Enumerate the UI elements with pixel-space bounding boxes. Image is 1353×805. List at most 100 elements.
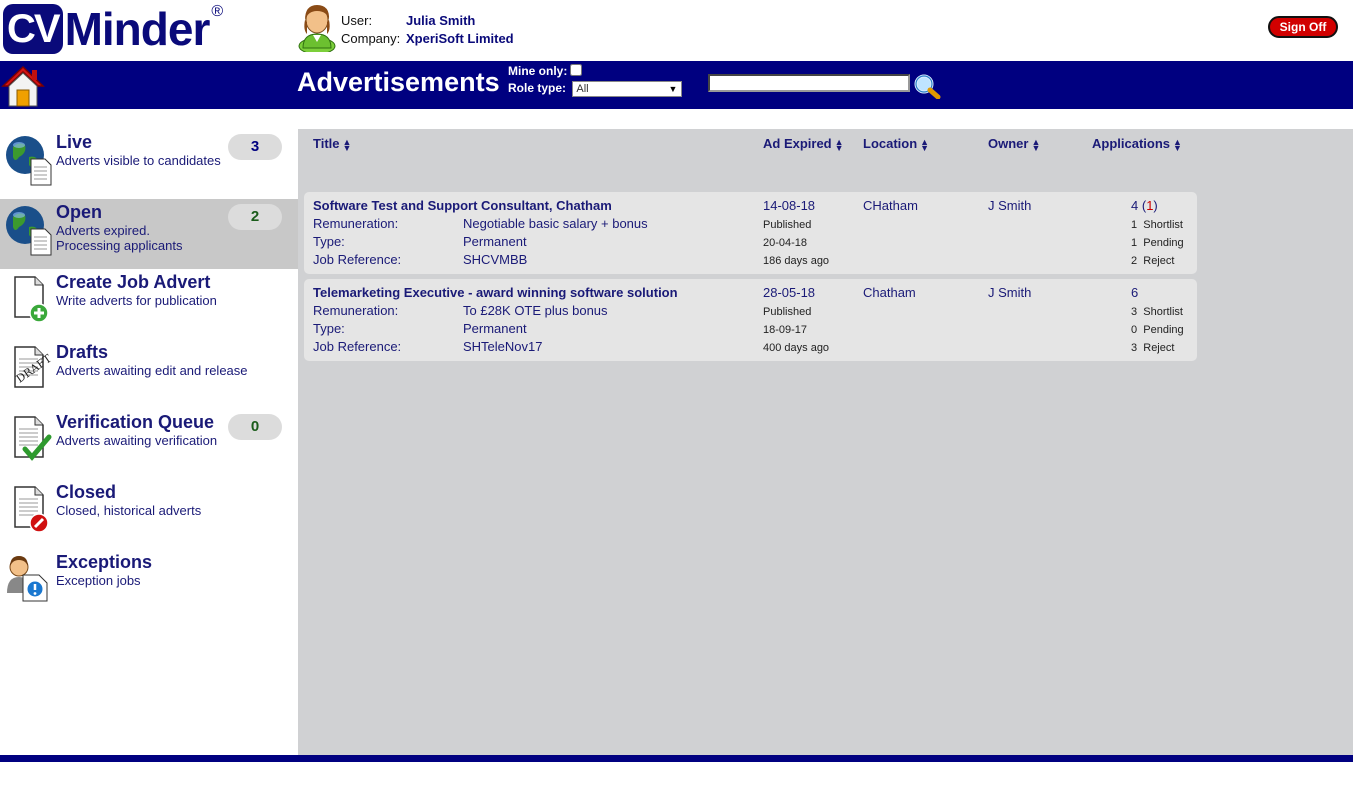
home-icon[interactable] — [0, 64, 46, 108]
sort-icon: ▲ ▼ — [1031, 136, 1041, 153]
logo-registered-mark: ® — [211, 3, 224, 20]
applications-total: 4 — [1131, 198, 1139, 213]
logo-minder: Minder — [64, 3, 211, 55]
cvminder-logo: CV Minder ® — [3, 4, 223, 54]
published-label: Published — [763, 219, 812, 231]
sidebar-item-drafts[interactable]: DRAFT Drafts Adverts awaiting edit and rel… — [0, 339, 298, 409]
job-reference-value: SHTeleNov17 — [463, 339, 543, 354]
mine-only-filter: Mine only: — [508, 64, 583, 78]
sort-icon: ▲ ▼ — [342, 136, 352, 153]
search-input[interactable] — [708, 74, 910, 92]
sidebar-item-live[interactable]: Live Adverts visible to candidates 3 — [0, 129, 298, 199]
applications-new: 1 — [1146, 198, 1154, 213]
column-header-applications[interactable]: Applications ▲ ▼ — [1092, 136, 1182, 153]
shortlist-count[interactable]: 3 Shortlist — [1131, 304, 1183, 320]
page-title: Advertisements — [297, 67, 500, 97]
logo-cv: CV — [3, 4, 63, 54]
published-date: 20-04-18 — [763, 237, 808, 249]
top-header: CV Minder ® User: Julia Smith Company: Xpe… — [0, 0, 1353, 61]
column-header-title[interactable]: Title ▲ ▼ — [313, 136, 351, 152]
owner: J Smith — [988, 285, 1032, 300]
sidebar-item-create-job-advert[interactable]: Create Job Advert Write adverts for publi… — [0, 269, 298, 339]
role-type-value: All — [576, 83, 589, 95]
location: CHatham — [863, 198, 918, 213]
sidebar-item-subtitle: Adverts awaiting edit and release — [56, 363, 248, 378]
draft-document-icon: DRAFT — [14, 346, 53, 388]
type-label: Type: — [313, 321, 345, 336]
role-type-filter: Role type: All ▼ — [508, 81, 683, 97]
published-label: Published — [763, 306, 812, 318]
sidebar-item-subtitle: Closed, historical adverts — [56, 503, 202, 518]
sidebar-item-exceptions[interactable]: Exceptions Exception jobs — [0, 549, 298, 619]
user-avatar-icon — [298, 5, 336, 52]
verified-document-icon — [14, 416, 52, 461]
search-icon[interactable] — [913, 73, 941, 99]
sign-off-button[interactable]: Sign Off — [1268, 16, 1338, 38]
job-reference-label: Job Reference: — [313, 252, 402, 267]
sidebar-item-subtitle: Write adverts for publication — [56, 293, 217, 308]
company-name: XperiSoft Limited — [406, 31, 514, 46]
sidebar-item-verification-queue[interactable]: Verification Queue Adverts awaiting verif… — [0, 409, 298, 479]
sidebar-item-count-badge: 0 — [228, 414, 282, 440]
globe-document-icon — [6, 206, 52, 256]
dropdown-arrow-icon: ▼ — [668, 84, 678, 94]
column-header-owner[interactable]: Owner ▲ ▼ — [988, 136, 1041, 153]
user-label: User: — [341, 13, 373, 28]
type-label: Type: — [313, 234, 345, 249]
days-ago: 186 days ago — [763, 255, 830, 267]
sidebar-item-title: Create Job Advert — [56, 272, 211, 292]
reject-count[interactable]: 2 Reject — [1131, 253, 1174, 269]
location: Chatham — [863, 285, 916, 300]
sort-icon: ▲ ▼ — [834, 136, 844, 153]
user-info: User: Julia Smith Company: XperiSoft Limit… — [297, 2, 557, 52]
adverts-panel: Title ▲ ▼ Ad Expired ▲ ▼ Location ▲ ▼ Owner ▲ ▼ … — [298, 129, 1353, 755]
company-label: Company: — [341, 31, 401, 46]
user-name: Julia Smith — [406, 13, 476, 28]
sidebar: Live Adverts visible to candidates 3 Open Ad… — [0, 129, 298, 619]
globe-document-icon — [6, 136, 52, 186]
applications-total: 6 — [1131, 285, 1139, 300]
sort-icon: ▲ ▼ — [920, 136, 930, 153]
applications-count[interactable]: 4 (1) — [1131, 198, 1158, 214]
sidebar-item-title: Open — [56, 202, 103, 222]
ad-expired-date: 14-08-18 — [763, 198, 816, 213]
column-header-location[interactable]: Location ▲ ▼ — [863, 136, 930, 153]
advert-row[interactable]: Telemarketing Executive - award winning … — [304, 279, 1197, 361]
pending-count[interactable]: 0 Pending — [1131, 322, 1184, 338]
advert-title[interactable]: Software Test and Support Consultant, Ch… — [313, 198, 612, 214]
remuneration-label: Remuneration: — [313, 303, 399, 318]
reject-count[interactable]: 3 Reject — [1131, 340, 1174, 356]
sidebar-item-subtitle: Adverts expired. Processing applicants — [56, 223, 183, 253]
remuneration-label: Remuneration: — [313, 216, 399, 231]
sidebar-item-closed[interactable]: Closed Closed, historical adverts — [0, 479, 298, 549]
remuneration-value: Negotiable basic salary + bonus — [463, 216, 648, 231]
shortlist-count[interactable]: 1 Shortlist — [1131, 217, 1183, 233]
sidebar-item-subtitle: Adverts visible to candidates — [56, 153, 221, 168]
type-value: Permanent — [463, 234, 527, 249]
pending-count[interactable]: 1 Pending — [1131, 235, 1184, 251]
mine-only-checkbox[interactable] — [570, 64, 583, 76]
type-value: Permanent — [463, 321, 527, 336]
sidebar-item-open[interactable]: Open Adverts expired. Processing applican… — [0, 199, 298, 269]
remuneration-value: To £28K OTE plus bonus — [463, 303, 608, 318]
exception-user-icon — [7, 556, 48, 602]
sidebar-item-title: Live — [56, 132, 93, 152]
advert-row[interactable]: Software Test and Support Consultant, Ch… — [304, 192, 1197, 274]
applications-count[interactable]: 6 — [1131, 285, 1138, 301]
job-reference-label: Job Reference: — [313, 339, 402, 354]
sidebar-item-title: Closed — [56, 482, 117, 502]
sidebar-item-count-badge: 2 — [228, 204, 282, 230]
job-reference-value: SHCVMBB — [463, 252, 528, 267]
closed-document-icon — [14, 486, 49, 533]
sidebar-item-count-badge: 3 — [228, 134, 282, 160]
advert-title[interactable]: Telemarketing Executive - award winning … — [313, 285, 678, 301]
sidebar-item-title: Verification Queue — [56, 412, 215, 432]
days-ago: 400 days ago — [763, 342, 830, 354]
role-type-select[interactable]: All ▼ — [572, 81, 683, 97]
new-document-icon — [14, 276, 49, 323]
column-header-ad-expired[interactable]: Ad Expired ▲ ▼ — [763, 136, 844, 153]
published-date: 18-09-17 — [763, 324, 808, 336]
mine-only-label: Mine only: — [508, 64, 568, 78]
role-type-label: Role type: — [508, 81, 567, 96]
sort-icon: ▲ ▼ — [1173, 136, 1182, 153]
